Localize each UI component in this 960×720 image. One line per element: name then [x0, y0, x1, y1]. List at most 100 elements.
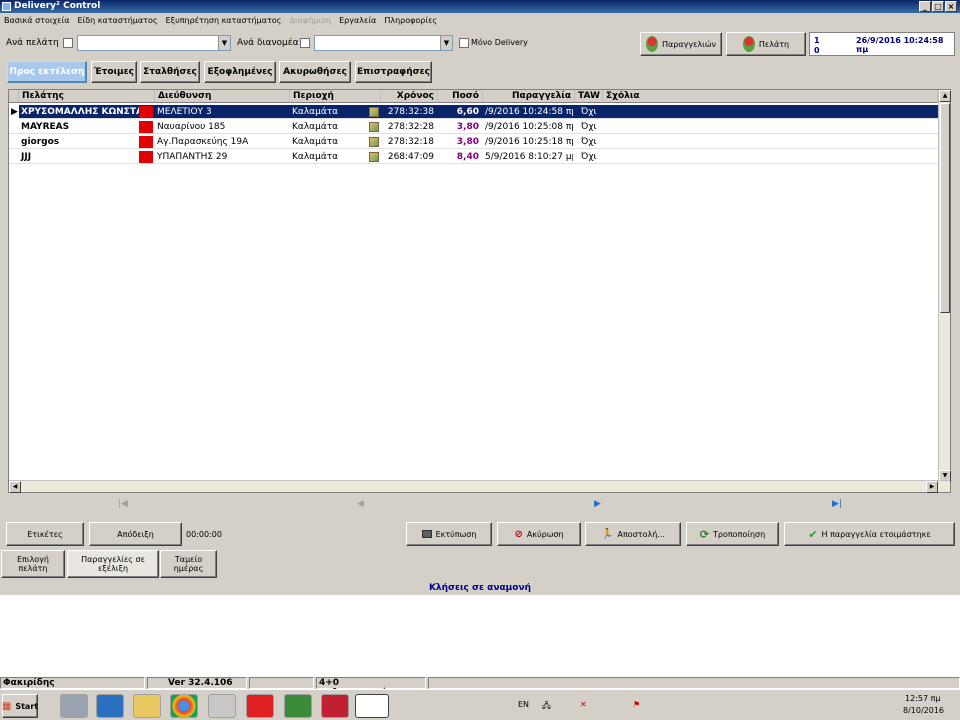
language-indicator[interactable]: EN [518, 700, 529, 709]
delivery-app-icon[interactable] [355, 694, 389, 718]
courier-combo[interactable]: ▼ [314, 35, 453, 51]
menu-basic[interactable]: Βασικά στοιχεία [4, 16, 69, 25]
flag-icon[interactable]: ⚑ [633, 700, 640, 709]
window-title: Delivery² Control [14, 1, 101, 11]
table-row[interactable]: JJJ ΥΠΑΠΑΝΤΗΣ 29 Καλαμάτα 268:47:09 8,40… [9, 150, 938, 164]
send-button[interactable]: 🏃 Αποστολή... [585, 522, 681, 546]
scroll-up-icon[interactable]: ▲ [939, 90, 951, 102]
chevron-down-icon[interactable]: ▼ [218, 36, 230, 50]
customer-map-button[interactable]: Πελάτη [726, 32, 806, 56]
explorer-icon[interactable] [133, 694, 161, 718]
chrome-icon[interactable] [170, 694, 198, 718]
chevron-down-icon[interactable]: ▼ [440, 36, 452, 50]
status-bar: Φακιρίδης Ver 32.4.106 4+0 καθυστερημένε… [0, 677, 960, 698]
first-record-icon[interactable]: |◀ [118, 499, 128, 509]
cell-time: 278:32:28 [387, 122, 434, 132]
send-label: Αποστολή... [617, 529, 665, 539]
minimize-button[interactable]: _ [919, 1, 931, 12]
cell-customer: ΧΡΥΣΟΜΑΛΛΗΣ ΚΩΝΣΤΑ [21, 107, 139, 117]
table-row[interactable]: giorgos Αγ.Παρασκεύης 19Α Καλαμάτα 278:3… [9, 135, 938, 149]
tab-daily-cash[interactable]: Ταμείο ημέρας [160, 550, 217, 578]
prev-record-icon[interactable]: ◀ [357, 499, 364, 509]
map-icon[interactable] [369, 137, 379, 147]
cell-taw: Όχι [581, 107, 597, 117]
tab-cancelled[interactable]: Ακυρωθήσες [279, 61, 351, 83]
cell-address: ΥΠΑΠΑΝΤΗΣ 29 [157, 152, 228, 162]
tab-paid[interactable]: Εξοφλημένες [204, 61, 276, 83]
volume-icon[interactable]: ✕ [580, 700, 587, 709]
map-icon[interactable] [369, 122, 379, 132]
menu-store-items[interactable]: Είδη καταστήματος [77, 16, 157, 25]
tab-orders-in-progress[interactable]: Παραγγελίες σε εξέλιξη [67, 550, 159, 578]
clock-time: 12:57 πμ [905, 694, 941, 703]
cell-order: /9/2016 10:25:18 πμ [485, 137, 573, 147]
map-icon[interactable] [369, 152, 379, 162]
col-amount[interactable]: Ποσό [438, 90, 483, 103]
cell-area: Καλαμάτα [292, 152, 339, 162]
taskbar: ▦ Start EN 🖧 ✕ ⚑ 12:57 πμ 8/10/2016 [0, 689, 960, 720]
status-version: Ver 32.4.106 [147, 677, 247, 689]
cell-order: /9/2016 10:24:58 πμ [485, 107, 573, 117]
delivery-only-checkbox[interactable] [459, 38, 469, 48]
table-row[interactable]: ▶ ΧΡΥΣΟΜΑΛΛΗΣ ΚΩΝΣΤΑ ΜΕΛΕΤΙΟΥ 3 Καλαμάτα… [9, 105, 938, 119]
start-button[interactable]: ▦ Start [2, 694, 38, 718]
scroll-right-icon[interactable]: ▶ [926, 481, 938, 493]
menu-tools[interactable]: Εργαλεία [339, 16, 376, 25]
filter-customer-checkbox[interactable] [63, 38, 73, 48]
status-late: 4+0 καθυστερημένες [316, 677, 426, 698]
menu-store-service[interactable]: Εξυπηρέτηση καταστήματος [166, 16, 282, 25]
row-indicator-header [9, 90, 19, 103]
order-ready-button[interactable]: ✔ Η παραγγελία ετοιμάστηκε [784, 522, 955, 546]
scroll-thumb[interactable] [940, 103, 950, 313]
receipt-button[interactable]: Απόδειξη [89, 522, 182, 546]
orders-map-button[interactable]: Παραγγελιών [640, 32, 722, 56]
modify-label: Τροποποίηση [713, 529, 766, 539]
col-customer[interactable]: Πελάτης [19, 90, 155, 103]
tab-sent[interactable]: Σταλθήσες [140, 61, 200, 83]
customer-combo[interactable]: ▼ [77, 35, 231, 51]
cancel-order-button[interactable]: ⊘ Ακύρωση [497, 522, 581, 546]
remote-desktop-icon[interactable] [208, 694, 236, 718]
cell-amount: 8,40 [456, 152, 479, 162]
col-comments[interactable]: Σχόλια [603, 90, 938, 103]
col-time[interactable]: Χρόνος [381, 90, 438, 103]
map-icon[interactable] [369, 107, 379, 117]
network-icon[interactable]: 🖧 [542, 700, 551, 714]
map-pin-icon [645, 36, 658, 52]
col-taw[interactable]: TAW [575, 90, 603, 103]
last-record-icon[interactable]: ▶| [832, 499, 842, 509]
col-order[interactable]: Παραγγελία [483, 90, 575, 103]
table-row[interactable]: MAYREAS Ναυαρίνου 185 Καλαμάτα 278:32:28… [9, 120, 938, 134]
tab-ready[interactable]: Έτοιμες [91, 61, 137, 83]
labels-button[interactable]: Ετικέτες [6, 522, 84, 546]
modify-button[interactable]: ⟳ Τροποποίηση [686, 522, 779, 546]
col-address[interactable]: Διεύθυνση [155, 90, 290, 103]
cell-comments [603, 135, 938, 149]
checkmark-icon: ✔ [808, 527, 818, 541]
tab-pending[interactable]: Προς εκτέλεση [7, 61, 87, 83]
maximize-button[interactable]: □ [932, 1, 944, 12]
tab-select-customer[interactable]: Επιλογή πελάτη [1, 550, 65, 578]
col-area[interactable]: Περιοχή [290, 90, 381, 103]
dx-icon[interactable] [246, 694, 274, 718]
filter-courier-checkbox[interactable] [300, 38, 310, 48]
vertical-scrollbar[interactable]: ▲ ▼ [938, 90, 951, 482]
scroll-left-icon[interactable]: ◀ [9, 481, 21, 493]
menu-info[interactable]: Πληροφορίες [384, 16, 437, 25]
status-color-marker [139, 121, 153, 133]
next-record-icon[interactable]: ▶ [594, 499, 601, 509]
powershell-icon[interactable] [96, 694, 124, 718]
print-button[interactable]: Εκτύπωση [406, 522, 492, 546]
tab-returned[interactable]: Επιστραφήσες [355, 61, 432, 83]
status-empty [249, 677, 314, 689]
close-button[interactable]: × [945, 1, 957, 12]
server-manager-icon[interactable] [60, 694, 88, 718]
runner-icon: 🏃 [601, 528, 614, 540]
delivery-only-label: Μόνο Delivery [471, 38, 528, 47]
cell-taw: Όχι [581, 152, 597, 162]
horizontal-scrollbar[interactable]: ◀ ▶ [9, 480, 950, 493]
flower-app-icon[interactable] [321, 694, 349, 718]
cell-customer: MAYREAS [21, 122, 70, 132]
cell-taw: Όχι [581, 122, 597, 132]
terminal-icon[interactable] [284, 694, 312, 718]
